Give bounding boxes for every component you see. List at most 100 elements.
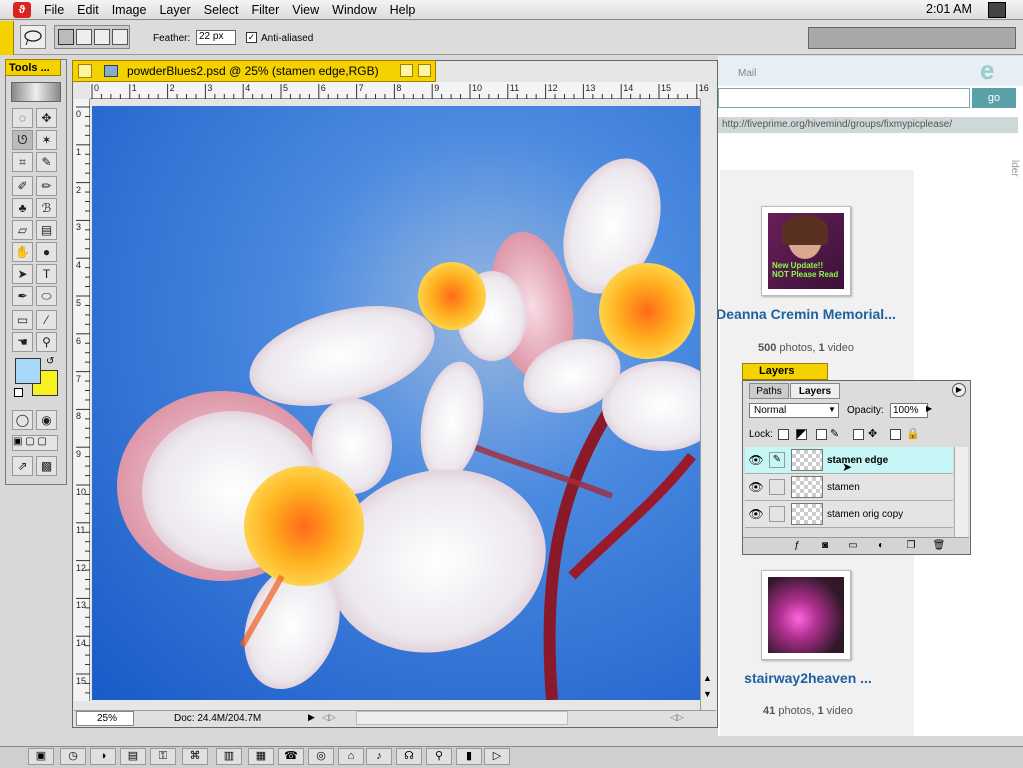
layer-name[interactable]: stamen <box>827 482 860 493</box>
add-selection-icon[interactable] <box>76 29 92 45</box>
crop-tool-icon[interactable]: ⌗ <box>12 152 33 172</box>
tab-paths[interactable]: Paths <box>749 383 789 399</box>
add-mask-icon[interactable]: ◙ <box>818 539 832 552</box>
link-box-icon[interactable] <box>769 506 785 522</box>
opacity-slider-arrow-icon[interactable]: ▶ <box>926 404 932 413</box>
lock-position-box-icon[interactable] <box>816 429 827 440</box>
opacity-field[interactable]: 100% <box>890 403 928 418</box>
vertical-ruler[interactable]: 0 1 2 3 4 5 6 7 8 9 10 11 12 13 14 15 <box>74 99 90 701</box>
scroll-left-icon[interactable]: ◁▷ <box>322 712 352 725</box>
feather-input[interactable]: 22 px <box>196 30 236 45</box>
url-bar[interactable]: http://fiveprime.org/hivemind/groups/fix… <box>718 117 1018 133</box>
eye-icon[interactable]: 👁 <box>748 506 764 522</box>
network-icon[interactable]: ⌘ <box>182 748 208 765</box>
lock-move-icon[interactable]: ✥ <box>868 427 877 440</box>
application-switcher-icon[interactable] <box>988 2 1006 18</box>
layer-name[interactable]: stamen edge <box>827 455 888 466</box>
tab-layers[interactable]: Layers <box>790 383 840 399</box>
document-title-bar[interactable]: powderBlues2.psd @ 25% (stamen edge,RGB) <box>72 60 436 82</box>
resolution-icon[interactable]: ▦ <box>248 748 274 765</box>
layer-style-icon[interactable]: ƒ <box>790 539 804 552</box>
close-box-icon[interactable] <box>78 64 92 78</box>
monitor-icon[interactable]: ▣ <box>28 748 54 765</box>
layer-row[interactable]: 👁 stamen <box>745 474 953 501</box>
menu-file[interactable]: File <box>44 3 64 17</box>
palette-menu-icon[interactable]: ▶ <box>952 383 966 397</box>
move-tool-icon[interactable]: ✥ <box>36 108 57 128</box>
lock-image-icon[interactable] <box>796 429 807 440</box>
color-depth-icon[interactable]: ◑ <box>90 748 116 765</box>
clone-stamp-tool-icon[interactable]: ♣ <box>12 198 33 218</box>
swap-colors-icon[interactable]: ↺ <box>46 356 54 367</box>
menu-view[interactable]: View <box>292 3 319 17</box>
menu-help[interactable]: Help <box>390 3 416 17</box>
group-thumb-deanna[interactable]: New Update!! NOT Please Read <box>761 206 851 296</box>
eyedropper-tool-icon[interactable]: ⁄ <box>36 310 57 330</box>
intersect-selection-icon[interactable] <box>112 29 128 45</box>
lock-transparency-icon[interactable] <box>778 429 789 440</box>
new-layer-icon[interactable]: ❐ <box>904 539 918 552</box>
zoom-level-field[interactable]: 25% <box>76 711 134 726</box>
new-selection-icon[interactable] <box>58 29 74 45</box>
tools-palette-tab[interactable]: Tools ... <box>5 59 61 76</box>
lock-all-box-icon[interactable] <box>853 429 864 440</box>
jump-to-imageready-icon[interactable]: ⇗ <box>12 456 33 476</box>
mail-label[interactable]: Mail <box>738 68 756 79</box>
anti-aliased-checkbox[interactable]: ✓ <box>246 32 257 43</box>
menu-window[interactable]: Window <box>332 3 376 17</box>
group-title-deanna[interactable]: Deanna Cremin Memorial... <box>716 306 896 323</box>
scroll-down-icon[interactable]: ▼ <box>703 689 712 699</box>
menu-image[interactable]: Image <box>112 3 147 17</box>
hand-tool-icon[interactable]: ☚ <box>12 332 33 352</box>
image-canvas[interactable] <box>92 106 700 700</box>
zoom-box-icon[interactable] <box>400 64 413 77</box>
layer-name[interactable]: stamen orig copy <box>827 509 903 520</box>
eye-icon[interactable]: 👁 <box>748 479 764 495</box>
sound-icon[interactable]: ♪ <box>366 748 392 765</box>
palette-well[interactable] <box>808 27 1016 49</box>
eraser-tool-icon[interactable]: ▱ <box>12 220 33 240</box>
tools-header-icon[interactable] <box>11 82 61 102</box>
imageready-icon[interactable]: ▩ <box>36 456 57 476</box>
burn-tool-icon[interactable]: ● <box>36 242 57 262</box>
blend-mode-select[interactable]: Normal <box>749 403 839 418</box>
slice-tool-icon[interactable]: ✎ <box>36 152 57 172</box>
eye-icon[interactable]: 👁 <box>748 452 764 468</box>
menu-layer[interactable]: Layer <box>159 3 190 17</box>
group-thumb-stairway[interactable] <box>761 570 851 660</box>
options-bar-grip[interactable] <box>0 21 14 55</box>
zoom-tool-icon[interactable]: ⚲ <box>36 332 57 352</box>
menu-edit[interactable]: Edit <box>77 3 99 17</box>
status-menu-arrow-icon[interactable]: ▶ <box>308 712 320 725</box>
path-selection-tool-icon[interactable]: ➤ <box>12 264 33 284</box>
marquee-tool-icon[interactable]: ◌ <box>12 108 33 128</box>
lock-brush-icon[interactable]: ✎ <box>830 427 839 440</box>
foreground-color-swatch[interactable] <box>15 358 41 384</box>
layer-row[interactable]: 👁 stamen orig copy <box>745 501 953 528</box>
menubar-clock[interactable]: 2:01 AM <box>926 2 972 16</box>
lasso-preset-icon[interactable] <box>20 25 46 49</box>
remote-access-icon[interactable]: ☎ <box>278 748 304 765</box>
group-title-stairway[interactable]: stairway2heaven ... <box>718 670 898 687</box>
sherlock-icon[interactable]: ◎ <box>308 748 334 765</box>
document-size-info[interactable]: Doc: 24.4M/204.7M <box>136 711 306 726</box>
pen-tool-icon[interactable]: ✒ <box>12 286 33 306</box>
horizontal-scrollbar[interactable] <box>356 711 568 725</box>
brush-tool-icon[interactable]: ✏ <box>36 176 57 196</box>
scroll-right-icon[interactable]: ◁▷ <box>670 712 700 725</box>
lock-padlock-icon[interactable]: 🔒 <box>906 427 920 440</box>
adjustment-layer-icon[interactable]: ◐ <box>874 539 888 552</box>
printer-icon[interactable]: ▥ <box>216 748 242 765</box>
web-sharing-icon[interactable]: ⚲ <box>426 748 452 765</box>
photoshop-eye-icon[interactable]: ϑ <box>13 1 31 18</box>
keychain-icon[interactable]: ⚿ <box>150 748 176 765</box>
subtract-selection-icon[interactable] <box>94 29 110 45</box>
trash-icon[interactable]: 🗑 <box>932 539 946 552</box>
scroll-up-icon[interactable]: ▲ <box>703 673 712 683</box>
go-button[interactable]: go <box>972 88 1016 108</box>
new-set-folder-icon[interactable]: ▭ <box>846 539 860 552</box>
horizontal-ruler[interactable]: 0 1 2 3 4 5 6 7 8 9 10 11 12 13 14 15 16 <box>90 82 709 99</box>
lasso-tool-icon[interactable]: ᘎ <box>12 130 33 150</box>
screen-mode-icon[interactable]: ▣ ▢ ▢ <box>12 435 58 451</box>
collapse-box-icon[interactable] <box>418 64 431 77</box>
